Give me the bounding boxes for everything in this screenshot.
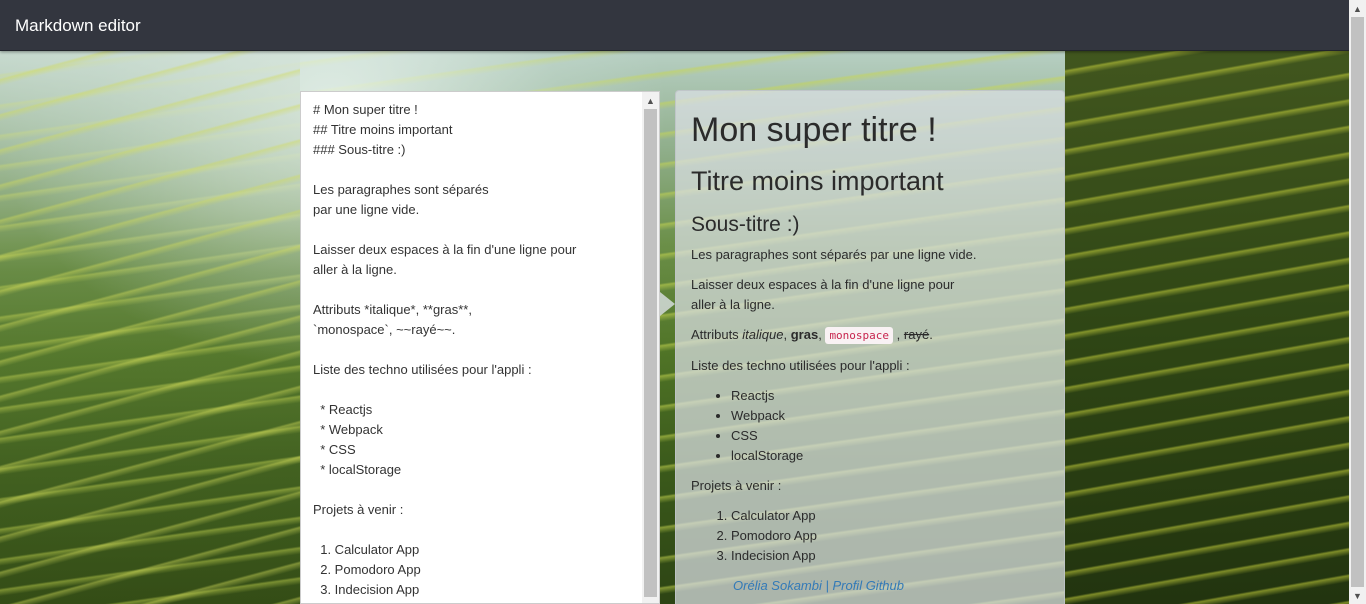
- navbar: Markdown editor: [0, 0, 1366, 51]
- strikethrough-text: rayé: [903, 327, 930, 342]
- preview-attributes-paragraph: Attributs italique, gras, monospace , ra…: [691, 325, 1051, 346]
- bold-text: gras: [790, 327, 819, 342]
- list-item: CSS: [731, 426, 1051, 446]
- chevron-down-icon[interactable]: ▼: [1349, 587, 1366, 604]
- attributes-suffix: .: [929, 327, 933, 342]
- italic-text: italique: [742, 327, 784, 342]
- window-scroll-thumb[interactable]: [1351, 17, 1364, 587]
- markdown-editor[interactable]: # Mon super titre ! ## Titre moins impor…: [300, 91, 660, 604]
- preview-projects-intro: Projets à venir :: [691, 478, 782, 493]
- list-item: Indecision App: [731, 546, 1051, 566]
- github-profile-link[interactable]: Orélia Sokambi | Profil Github: [691, 576, 1051, 596]
- navbar-brand[interactable]: Markdown editor: [15, 16, 141, 36]
- attributes-prefix: Attributs: [691, 327, 743, 342]
- background-right-terraces: [1065, 51, 1366, 604]
- list-item: Pomodoro App: [731, 526, 1051, 546]
- list-item: localStorage: [731, 446, 1051, 466]
- chevron-up-icon[interactable]: ▲: [1349, 0, 1366, 17]
- preview-pointer-arrow: [660, 292, 675, 316]
- preview-heading-1: Mon super titre !: [691, 111, 937, 149]
- chevron-up-icon[interactable]: ▲: [642, 92, 659, 109]
- preview-heading-2: Titre moins important: [691, 166, 944, 196]
- editor-scrollbar[interactable]: ▲: [642, 92, 659, 603]
- list-item: Calculator App: [731, 506, 1051, 526]
- attributes-separator-1: ,: [783, 327, 791, 342]
- preview-heading-3: Sous-titre :): [691, 213, 800, 236]
- background-left-terraces: [0, 51, 300, 604]
- window-scrollbar[interactable]: ▲ ▼: [1349, 0, 1366, 604]
- list-item: Reactjs: [731, 386, 1051, 406]
- preview-line-break-line-1: Laisser deux espaces à la fin d'une lign…: [691, 277, 955, 292]
- preview-projects-list: Calculator App Pomodoro App Indecision A…: [691, 506, 1051, 566]
- markdown-preview: Mon super titre ! Titre moins important …: [675, 90, 1065, 604]
- preview-techno-intro: Liste des techno utilisées pour l'appli …: [691, 358, 910, 373]
- editor-textarea[interactable]: # Mon super titre ! ## Titre moins impor…: [313, 100, 643, 600]
- preview-paragraph-1: Les paragraphes sont séparés par une lig…: [691, 247, 977, 262]
- preview-paragraph-2: Laisser deux espaces à la fin d'une lign…: [691, 275, 1051, 315]
- preview-line-break-line-2: aller à la ligne.: [691, 297, 775, 312]
- preview-techno-list: Reactjs Webpack CSS localStorage: [691, 386, 1051, 466]
- monospace-code: monospace: [825, 327, 894, 344]
- list-item: Webpack: [731, 406, 1051, 426]
- editor-scroll-thumb[interactable]: [644, 109, 657, 597]
- attributes-separator-3: ,: [893, 327, 904, 342]
